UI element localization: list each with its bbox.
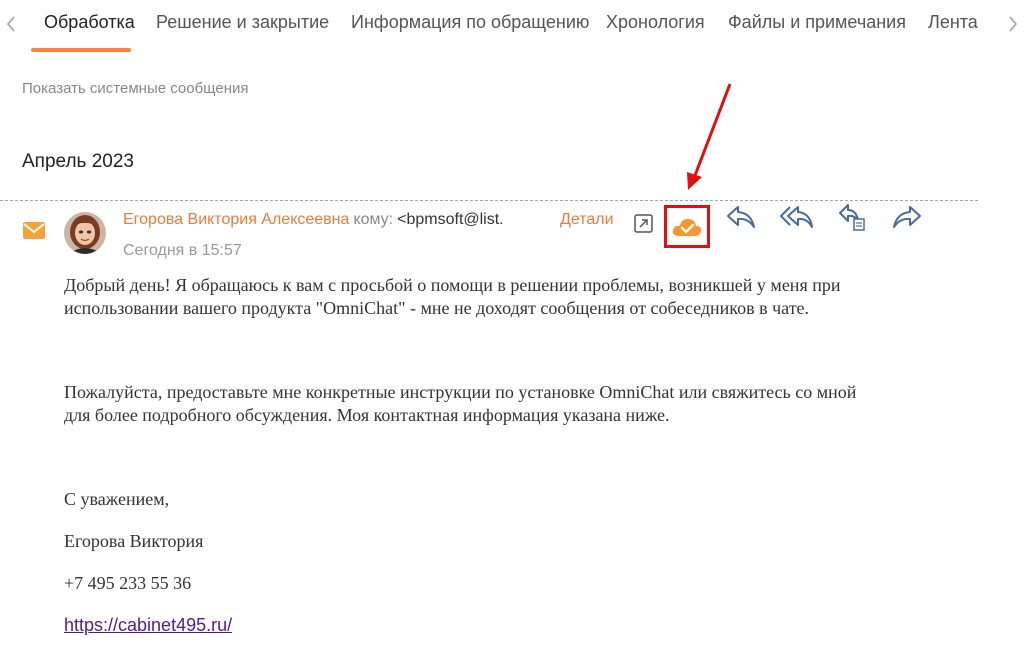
envelope-icon (23, 222, 45, 239)
timestamp: Сегодня в 15:57 (123, 242, 242, 259)
website-link[interactable]: https://cabinet495.ru/ (64, 615, 232, 635)
body-paragraph-2-line-2: для более подробного обсуждения. Моя кон… (64, 405, 670, 425)
closing: С уважением, (64, 489, 170, 509)
open-external-icon[interactable] (634, 214, 653, 233)
tab-bar: Обработка Решение и закрытие Информация … (0, 0, 1024, 54)
to-label: кому: (353, 211, 394, 228)
cloud-check-icon (672, 218, 702, 236)
month-header: Апрель 2023 (22, 151, 134, 172)
recipient: <bpmsoft@list. (397, 211, 504, 228)
divider (0, 200, 978, 201)
details-link[interactable]: Детали (560, 211, 614, 229)
active-tab-indicator (31, 48, 131, 52)
forward-button[interactable] (890, 202, 924, 232)
forward-icon (893, 206, 921, 228)
reply-with-template-icon (839, 204, 865, 231)
phone-number: +7 495 233 55 36 (64, 573, 192, 593)
reply-all-icon (780, 206, 813, 228)
tab-case-info[interactable]: Информация по обращению (351, 12, 589, 33)
reply-all-button[interactable] (780, 202, 814, 232)
email-header: Егорова Виктория Алексеевна кому: <bpmsoft… (123, 211, 504, 229)
body-paragraph-1-line-2: использовании вашего продукта "OmniChat"… (64, 298, 810, 318)
tab-timeline[interactable]: Хронология (606, 12, 705, 33)
tab-resolution[interactable]: Решение и закрытие (156, 12, 329, 33)
scroll-right-icon[interactable] (1006, 12, 1020, 36)
cloud-sync-button[interactable] (664, 205, 710, 248)
body-paragraph-1-line-1: Добрый день! Я обращаюсь к вам с просьбо… (64, 275, 841, 295)
sender-name[interactable]: Егорова Виктория Алексеевна (123, 211, 349, 228)
reply-icon (727, 206, 755, 228)
avatar (64, 212, 106, 254)
signature-name: Егорова Виктория (64, 531, 204, 551)
tab-files-notes[interactable]: Файлы и примечания (728, 12, 906, 33)
reply-button[interactable] (724, 202, 758, 232)
body-paragraph-2-line-1: Пожалуйста, предоставьте мне конкретные … (64, 382, 857, 402)
reply-template-button[interactable] (836, 202, 870, 232)
scroll-left-icon[interactable] (4, 12, 18, 36)
tab-processing[interactable]: Обработка (44, 12, 135, 33)
tab-feed[interactable]: Лента (928, 12, 978, 33)
show-system-messages-link[interactable]: Показать системные сообщения (22, 80, 249, 97)
annotation-arrow-icon (687, 83, 732, 190)
